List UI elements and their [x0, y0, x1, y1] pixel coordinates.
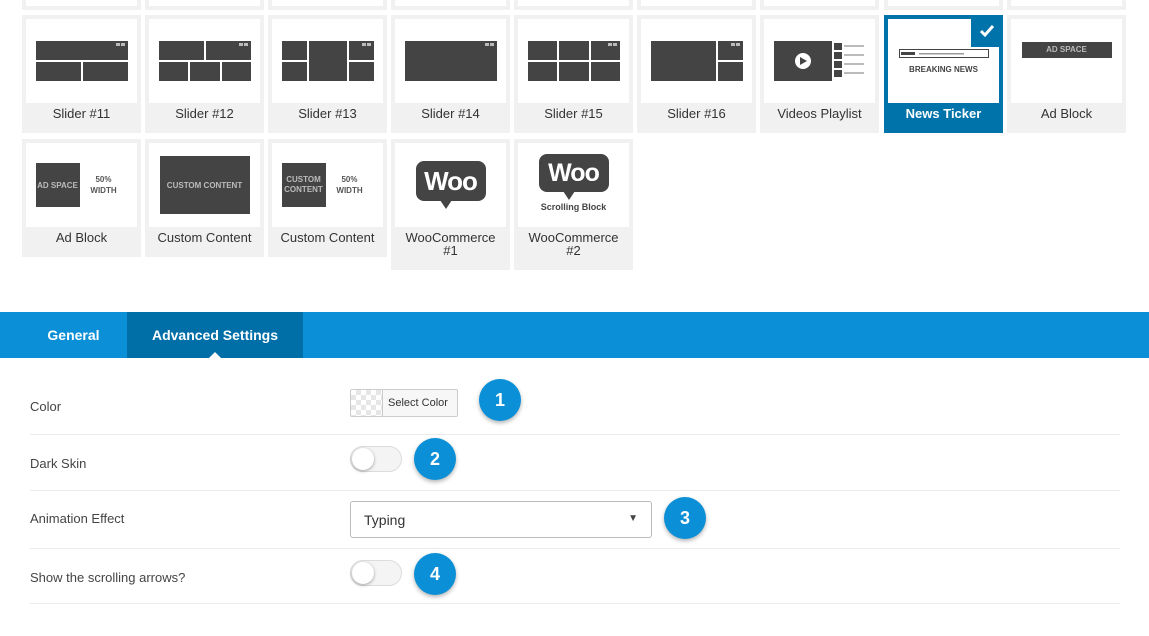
block-tile-label: Ad Block: [1040, 106, 1093, 121]
woo-logo-icon: Woo: [415, 161, 486, 209]
width-label-text: WIDTH: [336, 186, 363, 195]
block-tile-slider-9[interactable]: [884, 0, 1003, 10]
color-label: Color: [30, 399, 62, 414]
width-percent-text: 50%: [341, 175, 358, 184]
block-tile-custom-content-half[interactable]: CUSTOM CONTENT 50% WIDTH Custom Content: [268, 139, 387, 257]
block-tile-label: Slider #13: [298, 106, 357, 121]
checkmark-icon: [979, 25, 995, 38]
block-tile-slider-11[interactable]: Slider #11: [22, 15, 141, 133]
video-playlist-thumbnail: [764, 19, 875, 103]
settings-tab-bar: General Advanced Settings: [0, 312, 1149, 359]
woo-logo-text: Woo: [548, 158, 600, 187]
slider-thumbnail: [272, 19, 383, 103]
block-tile-slider-15[interactable]: Slider #15: [514, 15, 633, 133]
block-tile-label: News Ticker: [905, 106, 982, 121]
block-tile-label: Ad Block: [55, 230, 108, 245]
block-tile-custom-content[interactable]: CUSTOM CONTENT Custom Content: [145, 139, 264, 257]
block-tile-label: Custom Content: [280, 230, 375, 245]
block-tile-label: WooCommerce #2: [528, 230, 619, 258]
scrolling-arrows-label: Show the scrolling arrows?: [30, 570, 186, 585]
custom-half-thumbnail: CUSTOM CONTENT 50% WIDTH: [272, 143, 383, 227]
block-tile-slider-8[interactable]: [760, 0, 879, 10]
news-ticker-thumb-text: BREAKING NEWS: [909, 64, 978, 74]
block-tile-label: Videos Playlist: [777, 106, 862, 121]
woo-logo-text: Woo: [424, 165, 478, 196]
setting-row-color: Color Select Color 1: [30, 378, 1120, 435]
step-marker-3: 3: [664, 497, 706, 539]
step-marker-1: 1: [479, 379, 521, 421]
toggle-knob: [352, 562, 374, 584]
block-tile-slider-7[interactable]: [637, 0, 756, 10]
ad-half-thumbnail: AD SPACE 50% WIDTH: [26, 143, 137, 227]
content-text: CONTENT: [284, 185, 323, 194]
block-tile-ad-block[interactable]: AD SPACE Ad Block: [1007, 15, 1126, 133]
slider-thumbnail: [149, 19, 260, 103]
width-label-text: WIDTH: [90, 186, 117, 195]
custom-content-thumbnail: CUSTOM CONTENT: [149, 143, 260, 227]
toggle-knob: [352, 448, 374, 470]
ad-space-bar: AD SPACE: [1021, 42, 1112, 58]
dark-skin-toggle[interactable]: [350, 446, 402, 472]
selected-check-badge: [971, 15, 1003, 47]
step-marker-4: 4: [414, 553, 456, 595]
width-percent-text: 50%: [95, 175, 112, 184]
color-swatch: [351, 390, 383, 416]
block-tile-slider-4[interactable]: [268, 0, 387, 10]
block-tile-label: WooCommerce #1: [405, 230, 496, 258]
tab-advanced-settings-label: Advanced Settings: [151, 327, 279, 343]
setting-row-scrolling-arrows: Show the scrolling arrows? 4: [30, 549, 1120, 604]
block-tile-slider-13[interactable]: Slider #13: [268, 15, 387, 133]
block-tile-slider-16[interactable]: Slider #16: [637, 15, 756, 133]
setting-row-animation-effect: Animation Effect Typing ▼ 3: [30, 491, 1120, 549]
select-color-label: Select Color: [388, 397, 448, 409]
setting-row-dark-skin: Dark Skin 2: [30, 435, 1120, 491]
block-tile-news-ticker[interactable]: BREAKING NEWS News Ticker: [884, 15, 1003, 133]
block-tile-label: Slider #16: [667, 106, 726, 121]
ad-space-box: AD SPACE: [35, 163, 80, 207]
block-tile-slider-14[interactable]: Slider #14: [391, 15, 510, 133]
block-tile-videos-playlist[interactable]: Videos Playlist: [760, 15, 879, 133]
block-tile-label: Slider #15: [544, 106, 603, 121]
dropdown-arrow-icon: ▼: [628, 513, 638, 524]
slider-thumbnail: [641, 19, 752, 103]
block-tile-slider-10[interactable]: [1007, 0, 1126, 10]
active-tab-caret: [208, 352, 222, 359]
block-tile-slider-2[interactable]: [22, 0, 141, 10]
block-tile-slider-12[interactable]: Slider #12: [145, 15, 264, 133]
custom-text: CUSTOM: [286, 175, 321, 184]
woo-thumbnail: Woo: [395, 143, 506, 227]
scrolling-block-text: Scrolling Block: [540, 202, 607, 212]
animation-effect-value: Typing: [364, 512, 406, 528]
custom-content-box: CUSTOM CONTENT: [159, 156, 250, 214]
slider-thumbnail: [395, 19, 506, 103]
block-tile-ad-block-half[interactable]: AD SPACE 50% WIDTH Ad Block: [22, 139, 141, 257]
blocks-grid: Slider #11 Slider #12 Slider #13 Slider …: [0, 0, 1149, 290]
slider-thumbnail: [26, 19, 137, 103]
slider-thumbnail: [518, 19, 629, 103]
block-tile-label: Slider #12: [175, 106, 234, 121]
custom-content-box: CUSTOM CONTENT: [281, 163, 326, 207]
scrolling-arrows-toggle[interactable]: [350, 560, 402, 586]
animation-effect-label: Animation Effect: [30, 511, 125, 526]
block-tile-label: Slider #11: [52, 106, 111, 121]
woo-scroll-thumbnail: Woo Scrolling Block: [518, 143, 629, 227]
block-tile-label: Slider #14: [421, 106, 480, 121]
ad-space-thumbnail: AD SPACE: [1011, 19, 1122, 103]
dark-skin-label: Dark Skin: [30, 456, 87, 471]
tab-general[interactable]: General: [20, 312, 127, 358]
animation-effect-select[interactable]: Typing ▼: [350, 501, 652, 538]
woo-logo-icon: Woo: [538, 154, 609, 200]
play-icon: [773, 41, 864, 81]
step-marker-2: 2: [414, 438, 456, 480]
block-tile-slider-5[interactable]: [391, 0, 510, 10]
block-tile-label: Custom Content: [157, 230, 252, 245]
select-color-button[interactable]: Select Color: [350, 389, 458, 417]
block-tile-woocommerce-1[interactable]: Woo WooCommerce #1: [391, 139, 510, 270]
block-tile-slider-3[interactable]: [145, 0, 264, 10]
tab-advanced-settings[interactable]: Advanced Settings: [127, 312, 303, 359]
block-tile-woocommerce-2[interactable]: Woo Scrolling Block WooCommerce #2: [514, 139, 633, 270]
block-tile-slider-6[interactable]: [514, 0, 633, 10]
